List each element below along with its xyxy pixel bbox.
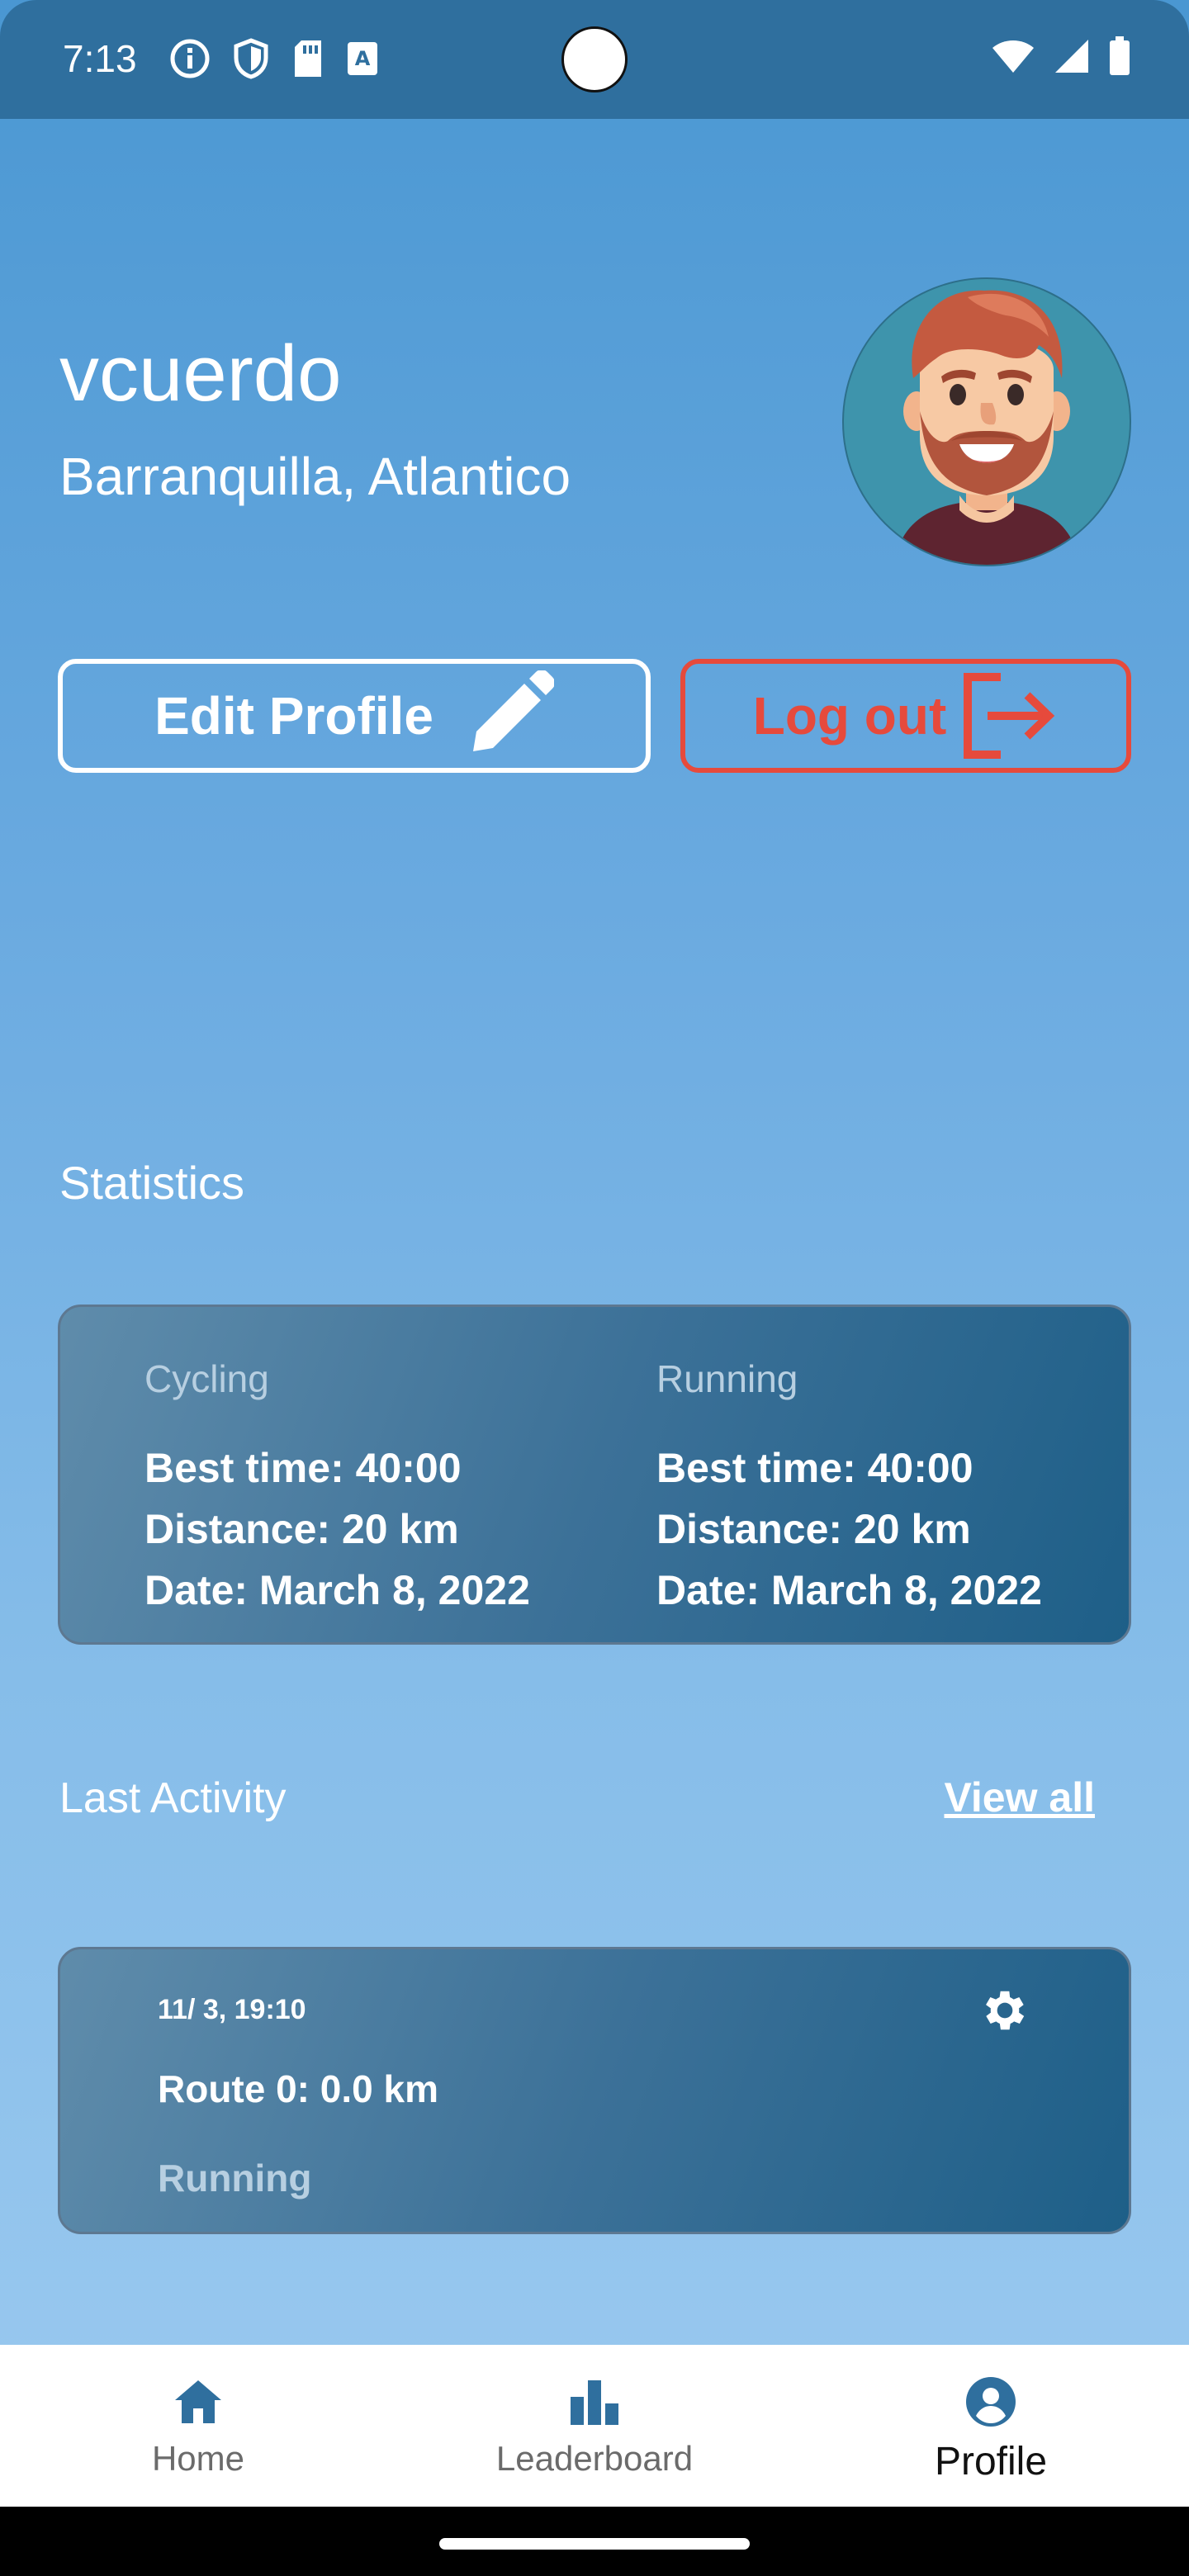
view-all-link[interactable]: View all bbox=[944, 1773, 1095, 1821]
activity-date: 11/ 3, 19:10 bbox=[158, 1994, 306, 2025]
activity-card[interactable]: 11/ 3, 19:10 Route 0: 0.0 km Running bbox=[58, 1947, 1131, 2234]
sd-card-icon bbox=[295, 40, 321, 77]
activity-type: Running bbox=[158, 2157, 312, 2200]
cycling-best-time: Best time: 40:00 bbox=[144, 1445, 462, 1491]
log-out-button[interactable]: Log out bbox=[680, 659, 1131, 773]
shield-icon bbox=[234, 38, 268, 79]
svg-text:A: A bbox=[355, 47, 371, 70]
avatar bbox=[842, 277, 1131, 566]
signal-icon bbox=[1055, 40, 1088, 73]
nav-item-leaderboard[interactable]: Leaderboard bbox=[396, 2345, 793, 2507]
camera-cutout bbox=[561, 26, 628, 92]
nav-label-home: Home bbox=[151, 2439, 245, 2478]
statistics-card: Cycling Best time: 40:00 Distance: 20 km… bbox=[58, 1305, 1131, 1645]
leaderboard-icon bbox=[571, 2380, 618, 2425]
gear-icon bbox=[986, 1991, 1025, 2030]
nav-item-home[interactable]: Home bbox=[0, 2345, 396, 2507]
status-time: 7:13 bbox=[63, 37, 137, 80]
home-icon bbox=[175, 2380, 221, 2423]
cycling-stats: Cycling Best time: 40:00 Distance: 20 km… bbox=[144, 1357, 530, 1621]
status-icons-right bbox=[991, 36, 1131, 76]
logout-arrow-icon bbox=[964, 673, 1055, 759]
running-distance: Distance: 20 km bbox=[656, 1506, 971, 1552]
status-bar: 7:13 A bbox=[0, 0, 1189, 119]
statistics-title: Statistics bbox=[59, 1157, 245, 1209]
nav-label-leaderboard: Leaderboard bbox=[495, 2439, 694, 2478]
cycling-date: Date: March 8, 2022 bbox=[144, 1567, 530, 1613]
system-navigation-bar bbox=[0, 2507, 1189, 2576]
nav-item-profile[interactable]: Profile bbox=[793, 2345, 1189, 2507]
activity-route: Route 0: 0.0 km bbox=[158, 2067, 438, 2110]
log-out-label: Log out bbox=[752, 686, 947, 746]
profile-location: Barranquilla, Atlantico bbox=[59, 447, 571, 506]
running-date: Date: March 8, 2022 bbox=[656, 1567, 1042, 1613]
profile-username: vcuerdo bbox=[59, 329, 342, 418]
pencil-icon bbox=[472, 670, 554, 751]
edit-profile-button[interactable]: Edit Profile bbox=[58, 659, 651, 773]
keyboard-a-icon: A bbox=[348, 42, 377, 75]
running-best-time: Best time: 40:00 bbox=[656, 1445, 973, 1491]
info-icon bbox=[170, 39, 210, 78]
battery-icon bbox=[1110, 36, 1130, 75]
status-icons-left: A bbox=[169, 38, 379, 79]
home-gesture-pill[interactable] bbox=[439, 2538, 750, 2550]
cycling-label: Cycling bbox=[144, 1357, 269, 1400]
cycling-distance: Distance: 20 km bbox=[144, 1506, 459, 1552]
nav-label-profile: Profile bbox=[934, 2440, 1048, 2484]
wifi-icon bbox=[992, 40, 1034, 73]
running-stats: Running Best time: 40:00 Distance: 20 km… bbox=[656, 1357, 1042, 1621]
bottom-navigation: Home Leaderboard Profile bbox=[0, 2345, 1189, 2507]
cartoon-man-avatar-icon bbox=[893, 290, 1080, 565]
activity-settings-button[interactable] bbox=[978, 1984, 1031, 2041]
running-label: Running bbox=[656, 1357, 798, 1400]
edit-profile-label: Edit Profile bbox=[154, 686, 433, 746]
last-activity-title: Last Activity bbox=[59, 1774, 287, 1822]
account-circle-icon bbox=[966, 2377, 1016, 2427]
